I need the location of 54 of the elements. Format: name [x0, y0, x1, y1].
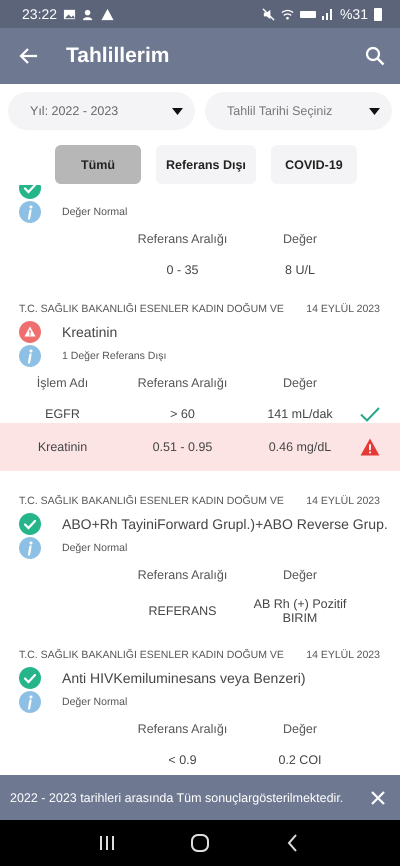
status-time: 23:22	[22, 6, 58, 22]
result-summary: Değer Normal	[62, 696, 128, 708]
table-cell-text: 0.2 COI	[277, 752, 323, 769]
table-cell-text: > 60	[169, 406, 196, 423]
test-name: Kreatinin	[62, 324, 118, 340]
snackbar-message: 2022 - 2023 tarihleri arasında Tüm sonuçlargösterilmektedir.	[10, 790, 344, 804]
filter-chip[interactable]: COVID-19	[270, 145, 357, 184]
column-header: Değer	[282, 720, 318, 738]
year-dropdown[interactable]: Yıl: 2022 - 2023	[8, 92, 195, 130]
table-cell-text: < 0.9	[167, 752, 198, 769]
home-icon[interactable]	[190, 833, 210, 853]
column-header: Değer	[282, 230, 318, 248]
result-summary: 1 Değer Referans Dışı	[62, 350, 166, 362]
table-cell-text: REFERANS	[147, 603, 218, 620]
result-summary: Değer Normal	[62, 206, 128, 218]
result-date: 14 EYLÜL 2023	[306, 495, 380, 507]
table-cell-text: 8 U/L	[284, 262, 316, 279]
column-header: İşlem Adı	[36, 374, 90, 392]
column-header: Referans Aralığı	[136, 720, 228, 738]
table-cell-text: 0 - 35	[166, 262, 200, 279]
close-icon[interactable]	[370, 790, 386, 806]
table-cell-text: EGFR	[44, 406, 81, 423]
date-dropdown[interactable]: Tahlil Tarihi Seçiniz	[205, 92, 392, 130]
table-cell: Kreatinin	[0, 423, 125, 471]
table-cell: 0.46 mg/dL	[240, 423, 360, 471]
image-icon	[63, 8, 76, 20]
table-cell-text: AB Rh (+) Pozitif BIRIM	[252, 596, 348, 625]
column-header: Referans Aralığı	[136, 566, 228, 584]
filter-chip[interactable]: Tümü	[55, 145, 141, 184]
wifi-icon	[280, 8, 294, 20]
signal-icon	[300, 8, 334, 20]
result-summary: Değer Normal	[62, 542, 128, 554]
test-name: ABO+Rh TayiniForward Grupl.)+ABO Reverse Grup.	[62, 516, 388, 532]
result-date: 14 EYLÜL 2023	[306, 649, 380, 661]
result-date: 14 EYLÜL 2023	[306, 303, 380, 315]
hospital-name: T.C. SAĞLIK BAKANLIĞI ESENLER KADIN DOĞUM VE	[19, 495, 284, 507]
test-name: Anti HIVKemiluminesans veya Benzeri)	[62, 670, 306, 686]
hospital-name: T.C. SAĞLIK BAKANLIĞI ESENLER KADIN DOĞUM VE	[19, 303, 284, 315]
table-cell: 0.51 - 0.95	[125, 423, 240, 471]
battery-percent: %31	[340, 6, 368, 22]
mute-icon	[262, 8, 275, 20]
filter-chip[interactable]: Referans Dışı	[156, 145, 256, 184]
column-header: Değer	[282, 566, 318, 584]
caret-icon	[172, 108, 183, 114]
page-title: Tahlillerim	[66, 44, 170, 68]
search-icon[interactable]	[364, 45, 386, 67]
table-cell-text: 141 mL/dak	[266, 406, 334, 423]
column-header: Referans Aralığı	[136, 374, 228, 392]
battery-icon	[374, 7, 382, 21]
column-header: Referans Aralığı	[136, 230, 228, 248]
caret-icon	[369, 108, 380, 114]
column-header: Değer	[282, 374, 318, 392]
warning-icon	[101, 8, 114, 20]
hospital-name: T.C. SAĞLIK BAKANLIĞI ESENLER KADIN DOĞUM VE	[19, 649, 284, 661]
